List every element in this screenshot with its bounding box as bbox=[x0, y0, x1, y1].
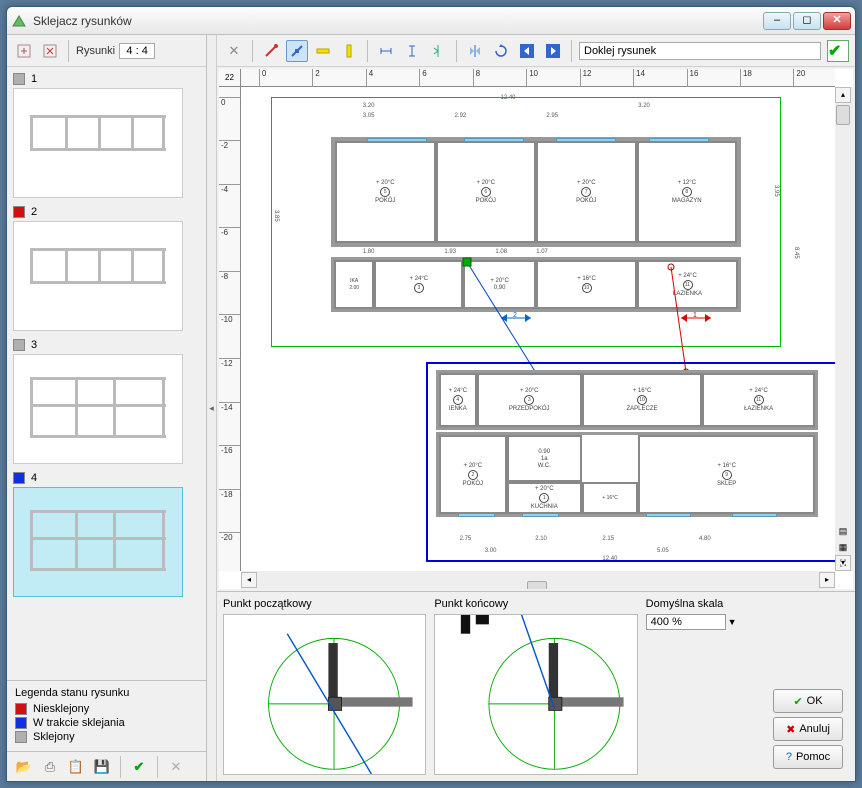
canvas[interactable]: 12.40 3.20 3.05 2.92 2.95 3.20 3.85 3.95… bbox=[241, 87, 835, 571]
plan-blue[interactable]: + 24°C4IENKA + 20°C3PRZEDPOKÓJ + 16°C10Z… bbox=[426, 362, 835, 562]
thumb-1-preview[interactable] bbox=[13, 88, 183, 198]
end-point-panel: Punkt końcowy bbox=[434, 598, 637, 775]
window-buttons: – ◻ ✕ bbox=[763, 12, 851, 30]
thumb-4-preview[interactable] bbox=[13, 487, 183, 597]
align-icon[interactable] bbox=[427, 40, 449, 62]
thumb-2[interactable]: 2 bbox=[13, 206, 200, 331]
legend: Legenda stanu rysunku Niesklejony W trak… bbox=[7, 680, 206, 751]
copy-icon[interactable]: 📋 bbox=[65, 756, 87, 778]
thumb-2-num: 2 bbox=[31, 206, 37, 218]
tool-zoom-out-icon[interactable] bbox=[39, 40, 61, 62]
legend-item-sklejony: Sklejony bbox=[15, 731, 198, 743]
ruler-corner: 22 bbox=[219, 69, 241, 87]
legend-red-icon bbox=[15, 703, 27, 715]
legend-blue-icon bbox=[15, 717, 27, 729]
help-button[interactable]: ?Pomoc bbox=[773, 745, 843, 769]
thumb-4-num: 4 bbox=[31, 472, 37, 484]
flip-left-icon[interactable] bbox=[516, 40, 538, 62]
minimize-button[interactable]: – bbox=[763, 12, 791, 30]
plan-green[interactable]: 12.40 3.20 3.05 2.92 2.95 3.20 3.85 3.95… bbox=[271, 97, 781, 347]
start-point-view[interactable] bbox=[223, 614, 426, 775]
thumb-2-preview[interactable] bbox=[13, 221, 183, 331]
mirror-h-icon[interactable] bbox=[464, 40, 486, 62]
app-icon bbox=[11, 13, 27, 29]
left-panel: Rysunki 4 : 4 1 bbox=[7, 35, 207, 781]
print-icon[interactable]: ⎙ bbox=[39, 756, 61, 778]
window-title: Sklejacz rysunków bbox=[33, 14, 763, 28]
detail-row: Punkt początkowy Pu bbox=[217, 591, 855, 781]
dropdown-icon[interactable]: ▼ bbox=[728, 617, 737, 627]
rotate-icon[interactable] bbox=[490, 40, 512, 62]
center-panel: ✕ ✔ 22 bbox=[217, 35, 855, 781]
svg-text:1: 1 bbox=[693, 312, 697, 319]
apply-icon[interactable]: ✔ bbox=[128, 756, 150, 778]
drawing-area[interactable]: 22 0 2 4 6 8 10 12 14 16 18 20 0 -2 bbox=[219, 69, 853, 589]
snap-horizontal-icon[interactable] bbox=[312, 40, 334, 62]
layers-icon[interactable]: ▤ bbox=[835, 523, 851, 539]
cancel-tool-icon[interactable]: ✕ bbox=[223, 40, 245, 62]
start-point-label: Punkt początkowy bbox=[223, 598, 426, 610]
paste-drawing-input[interactable] bbox=[579, 42, 821, 60]
snap-endpoint-icon[interactable] bbox=[260, 40, 282, 62]
thumb-4[interactable]: 4 bbox=[13, 472, 200, 597]
close-button[interactable]: ✕ bbox=[823, 12, 851, 30]
legend-gray-icon bbox=[15, 731, 27, 743]
cancel-button[interactable]: ✖Anuluj bbox=[773, 717, 843, 741]
snap-midpoint-icon[interactable] bbox=[286, 40, 308, 62]
start-point-panel: Punkt początkowy bbox=[223, 598, 426, 775]
titlebar: Sklejacz rysunków – ◻ ✕ bbox=[7, 7, 855, 35]
open-icon[interactable]: 📂 bbox=[13, 756, 35, 778]
legend-item-sklejanie: W trakcie sklejania bbox=[15, 717, 198, 729]
fit-icon[interactable]: ⛶ bbox=[835, 555, 851, 571]
scale-label: Domyślna skala bbox=[646, 598, 849, 610]
end-point-label: Punkt końcowy bbox=[434, 598, 637, 610]
paste-apply-button[interactable]: ✔ bbox=[827, 40, 849, 62]
body: Rysunki 4 : 4 1 bbox=[7, 35, 855, 781]
thumb-2-status-icon bbox=[13, 206, 25, 218]
scroll-right-button[interactable]: ▸ bbox=[819, 572, 835, 588]
canvas-corner-tools: ▤ ▦ ⛶ bbox=[835, 523, 853, 571]
panel-collapse-grip[interactable]: ◂ bbox=[207, 35, 217, 781]
check-icon: ✔ bbox=[793, 695, 802, 708]
grid-icon[interactable]: ▦ bbox=[835, 539, 851, 555]
thumbnail-list[interactable]: 1 2 bbox=[7, 67, 206, 680]
drawings-label: Rysunki bbox=[76, 45, 115, 57]
dimension-v-icon[interactable] bbox=[401, 40, 423, 62]
thumb-3-num: 3 bbox=[31, 339, 37, 351]
scrollbar-horizontal[interactable]: ◂ ▸ bbox=[241, 571, 835, 589]
svg-text:2: 2 bbox=[513, 312, 517, 319]
thumb-3[interactable]: 3 bbox=[13, 339, 200, 464]
main-toolbar: ✕ ✔ bbox=[217, 35, 855, 67]
maximize-button[interactable]: ◻ bbox=[793, 12, 821, 30]
scale-select[interactable]: 400 % bbox=[646, 614, 726, 630]
help-icon: ? bbox=[786, 751, 792, 763]
legend-item-niesklejony: Niesklejony bbox=[15, 703, 198, 715]
drawings-count: 4 : 4 bbox=[119, 43, 155, 59]
bottom-toolbar: 📂 ⎙ 📋 💾 ✔ ✕ bbox=[7, 751, 206, 781]
scroll-left-button[interactable]: ◂ bbox=[241, 572, 257, 588]
dimension-h-icon[interactable] bbox=[375, 40, 397, 62]
thumb-1-num: 1 bbox=[31, 73, 37, 85]
delete-icon[interactable]: ✕ bbox=[165, 756, 187, 778]
ruler-horizontal: 0 2 4 6 8 10 12 14 16 18 20 bbox=[241, 69, 835, 87]
flip-right-icon[interactable] bbox=[542, 40, 564, 62]
end-point-view[interactable] bbox=[434, 614, 637, 775]
dialog-buttons: ✔OK ✖Anuluj ?Pomoc bbox=[773, 689, 843, 769]
scroll-up-button[interactable]: ▴ bbox=[835, 87, 851, 103]
scrollbar-vertical[interactable]: ▴ ▾ bbox=[835, 87, 853, 571]
thumb-1[interactable]: 1 bbox=[13, 73, 200, 198]
ok-button[interactable]: ✔OK bbox=[773, 689, 843, 713]
cross-icon: ✖ bbox=[786, 723, 795, 736]
ruler-vertical: 0 -2 -4 -6 -8 -10 -12 -14 -16 -18 -20 bbox=[219, 87, 241, 571]
legend-title: Legenda stanu rysunku bbox=[15, 687, 198, 699]
left-toolbar: Rysunki 4 : 4 bbox=[7, 35, 206, 67]
snap-vertical-icon[interactable] bbox=[338, 40, 360, 62]
thumb-3-status-icon bbox=[13, 339, 25, 351]
app-window: Sklejacz rysunków – ◻ ✕ Rysunki 4 : 4 1 bbox=[6, 6, 856, 782]
thumb-1-status-icon bbox=[13, 73, 25, 85]
thumb-3-preview[interactable] bbox=[13, 354, 183, 464]
tool-zoom-in-icon[interactable] bbox=[13, 40, 35, 62]
save-icon[interactable]: 💾 bbox=[91, 756, 113, 778]
thumb-4-status-icon bbox=[13, 472, 25, 484]
